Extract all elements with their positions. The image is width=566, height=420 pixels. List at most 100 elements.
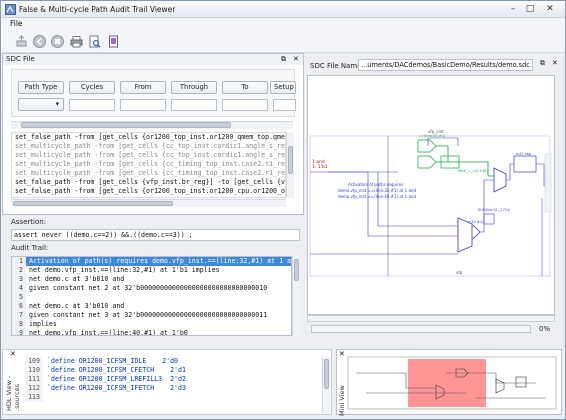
- hdl-code-text: `define OR1200_ICFSM_IFETCH 2'd3: [47, 384, 186, 392]
- sdc-constraint-line[interactable]: set_false_path -from [get_cells {vfp_ins…: [15, 178, 285, 187]
- sdc-h-scrollbar[interactable]: [11, 121, 293, 130]
- hdl-code-line[interactable]: 110 `define OR1200_ICFSM_CFETCH 2'd1: [25, 366, 321, 375]
- column-button-setup[interactable]: Setup: [270, 81, 296, 94]
- audit-trail-label: Audit Trail:: [11, 244, 49, 252]
- annotation-line-3: demo.vfp_inst.==(line:40,#1) at 1 and: [338, 194, 416, 199]
- close-icon[interactable]: ✕: [541, 3, 559, 15]
- title-bar[interactable]: False & Multi-cycle Path Audit Trail Vie…: [1, 1, 565, 18]
- eq-green-label: ==(line:40,#1): [418, 134, 446, 138]
- mini-view-canvas[interactable]: [346, 353, 560, 413]
- annotation-line-2: demo.vfp_inst.==(line:32,#1) at 1 and: [338, 188, 416, 193]
- hdl-code-text: `define OR1200_ICFSM_CFETCH 2'd1: [47, 366, 186, 374]
- line-number: 6: [12, 302, 26, 311]
- sdc-v-scrollbar[interactable]: [286, 132, 294, 198]
- line-number: 7: [12, 311, 26, 320]
- audit-trail-line[interactable]: 7 given constant net 3 at 32'b0000000000…: [12, 311, 291, 320]
- app-icon: [5, 4, 16, 15]
- sdc-file-name-label: SDC File Name:: [310, 62, 364, 70]
- sdc-constraint-line[interactable]: set_multicycle_path -from [get_cells {cc…: [15, 169, 285, 178]
- column-button-from[interactable]: From: [120, 81, 166, 94]
- schematic-h-scrollbar[interactable]: [307, 315, 555, 322]
- schematic-canvas: vfp_inst vfp 1 and 1: 1'b1 ==(line:40,#1…: [308, 76, 554, 314]
- schematic-view[interactable]: vfp_inst vfp 1 and 1: 1'b1 ==(line:40,#1…: [307, 75, 555, 315]
- column-button-through[interactable]: Through: [171, 81, 217, 94]
- hdl-source-code: 109 `define OR1200_ICFSM_IDLE 2'd0 110 `def…: [25, 357, 321, 413]
- line-number: 110: [25, 366, 43, 375]
- export-icon[interactable]: [15, 35, 28, 48]
- line-number: 109: [25, 357, 43, 366]
- panel-close-icon[interactable]: ✕: [293, 55, 299, 63]
- hdl-code-text: [43, 393, 47, 402]
- blue-mux: [457, 217, 473, 253]
- minimize-icon[interactable]: –: [506, 3, 520, 15]
- hdl-code-line[interactable]: 109 `define OR1200_ICFSM_IDLE 2'd0: [25, 357, 321, 366]
- line-number: 8: [12, 320, 26, 329]
- sdc-constraint-list: set_false_path -from [get_cells {or1200_…: [11, 132, 286, 198]
- audit-trail-line[interactable]: 4 given constant net 2 at 32'b0000000000…: [12, 284, 291, 293]
- from-filter-input[interactable]: [120, 99, 166, 111]
- audit-trail-line[interactable]: 2 net demo.vfp_inst.==(line:32,#1) at 1'b…: [12, 266, 291, 275]
- document-icon[interactable]: [107, 35, 120, 48]
- audit-trail-line[interactable]: 8 implies: [12, 320, 291, 329]
- progress-bar: [311, 325, 531, 333]
- sdc-constraint-line[interactable]: set_multicycle_path -from [get_cells {cc…: [15, 142, 285, 151]
- mini-close-icon[interactable]: ✕: [339, 350, 345, 358]
- hdl-code-line[interactable]: 112 `define OR1200_ICFSM_IFETCH 2'd3: [25, 384, 321, 393]
- dropdown-arrow-icon: ▾: [55, 100, 59, 108]
- to-filter-input[interactable]: [222, 99, 268, 111]
- hdl-code-line[interactable]: 111 `define OR1200_ICFSM_LREFILL3 2'd2: [25, 375, 321, 384]
- reg-label: MUX_=_=(1,1'b1): [458, 169, 489, 173]
- hdl-view-tab[interactable]: HDL View - .sources: [5, 356, 21, 411]
- mini-viewport-highlight: [408, 359, 486, 407]
- column-button-to[interactable]: To: [222, 81, 268, 94]
- float-icon[interactable]: ⧉: [281, 55, 286, 64]
- sdc-list-h-scrollbar[interactable]: [11, 199, 286, 207]
- audit-trail-text: net demo.vfp_inst.==(line:40,#1) at 1'b0: [29, 329, 188, 336]
- audit-trail-line[interactable]: 9 net demo.vfp_inst.==(line:40,#1) at 1'b…: [12, 329, 291, 336]
- schematic-v-scrollbar: [544, 153, 552, 213]
- cycles-filter-input[interactable]: [69, 99, 115, 111]
- toolbar: [1, 30, 565, 53]
- line-number: 2: [12, 266, 26, 275]
- audit-trail-line[interactable]: 6 net demo.c at 3'b010 and: [12, 302, 291, 311]
- app-window: False & Multi-cycle Path Audit Trail Vie…: [0, 0, 566, 420]
- schematic-close-icon[interactable]: ✕: [552, 59, 558, 67]
- mini-view-tab[interactable]: Mini View: [338, 376, 346, 416]
- sdc-filter-box: Path Type Cycles From Through To Setup ▾: [11, 69, 296, 117]
- line-number: 111: [25, 375, 43, 384]
- sdc-constraint-line[interactable]: set_multicycle_path -from [get_cells {cc…: [15, 151, 285, 160]
- stop-icon[interactable]: [51, 35, 64, 48]
- column-button-path-type[interactable]: Path Type: [18, 81, 64, 94]
- hdl-code-text: `define OR1200_ICFSM_IDLE 2'd0: [47, 357, 179, 365]
- audit-v-scrollbar[interactable]: [292, 256, 300, 336]
- setup-filter-input[interactable]: [273, 99, 296, 111]
- schematic-float-icon[interactable]: ⧉: [540, 59, 545, 68]
- back-icon[interactable]: [33, 35, 46, 48]
- sdc-constraint-line[interactable]: set_false_path -from [get_cells {or1200_…: [15, 133, 285, 142]
- mux-label: BUF(line:32,_2721): [478, 208, 511, 212]
- hdl-close-icon[interactable]: ✕: [10, 350, 16, 358]
- through-filter-input[interactable]: [171, 99, 217, 111]
- out-label: m2r_reg: [516, 152, 531, 156]
- hdl-v-scrollbar[interactable]: [322, 357, 330, 413]
- sdc-constraint-line[interactable]: set_multicycle_path -from [get_cells {cc…: [15, 160, 285, 169]
- sdc-constraint-line[interactable]: set_false_path -from [get_cells {or1200_…: [15, 187, 285, 196]
- maximize-icon[interactable]: □: [523, 3, 537, 15]
- hdl-code-line[interactable]: 113: [25, 393, 321, 402]
- audit-trail-line[interactable]: 1 Activation of path(s) requires demo.vfp…: [12, 257, 291, 266]
- audit-trail-text: [26, 293, 291, 302]
- sdc-file-name-field[interactable]: ...uments/DACdemos/BasicDemo/Results/dem…: [358, 59, 533, 71]
- line-number: 1: [12, 257, 26, 266]
- print-icon[interactable]: [70, 35, 83, 48]
- audit-trail-line[interactable]: 3 net demo.c at 3'b010 and: [12, 275, 291, 284]
- column-button-cycles[interactable]: Cycles: [69, 81, 115, 94]
- line-number: 4: [12, 284, 26, 293]
- assertion-field[interactable]: assert never ((demo.c==2)) &&.((demo.c==…: [11, 229, 300, 241]
- sdc-panel-header: SDC File: [3, 54, 303, 65]
- path-type-select[interactable]: ▾: [18, 98, 64, 111]
- audit-trail-text: net demo.vfp_inst.==(line:32,#1) at 1'b1…: [29, 266, 220, 274]
- audit-trail-line[interactable]: 5: [12, 293, 291, 302]
- line-number: 3: [12, 275, 26, 284]
- menu-file[interactable]: File: [10, 19, 23, 28]
- print-preview-icon[interactable]: [88, 35, 101, 48]
